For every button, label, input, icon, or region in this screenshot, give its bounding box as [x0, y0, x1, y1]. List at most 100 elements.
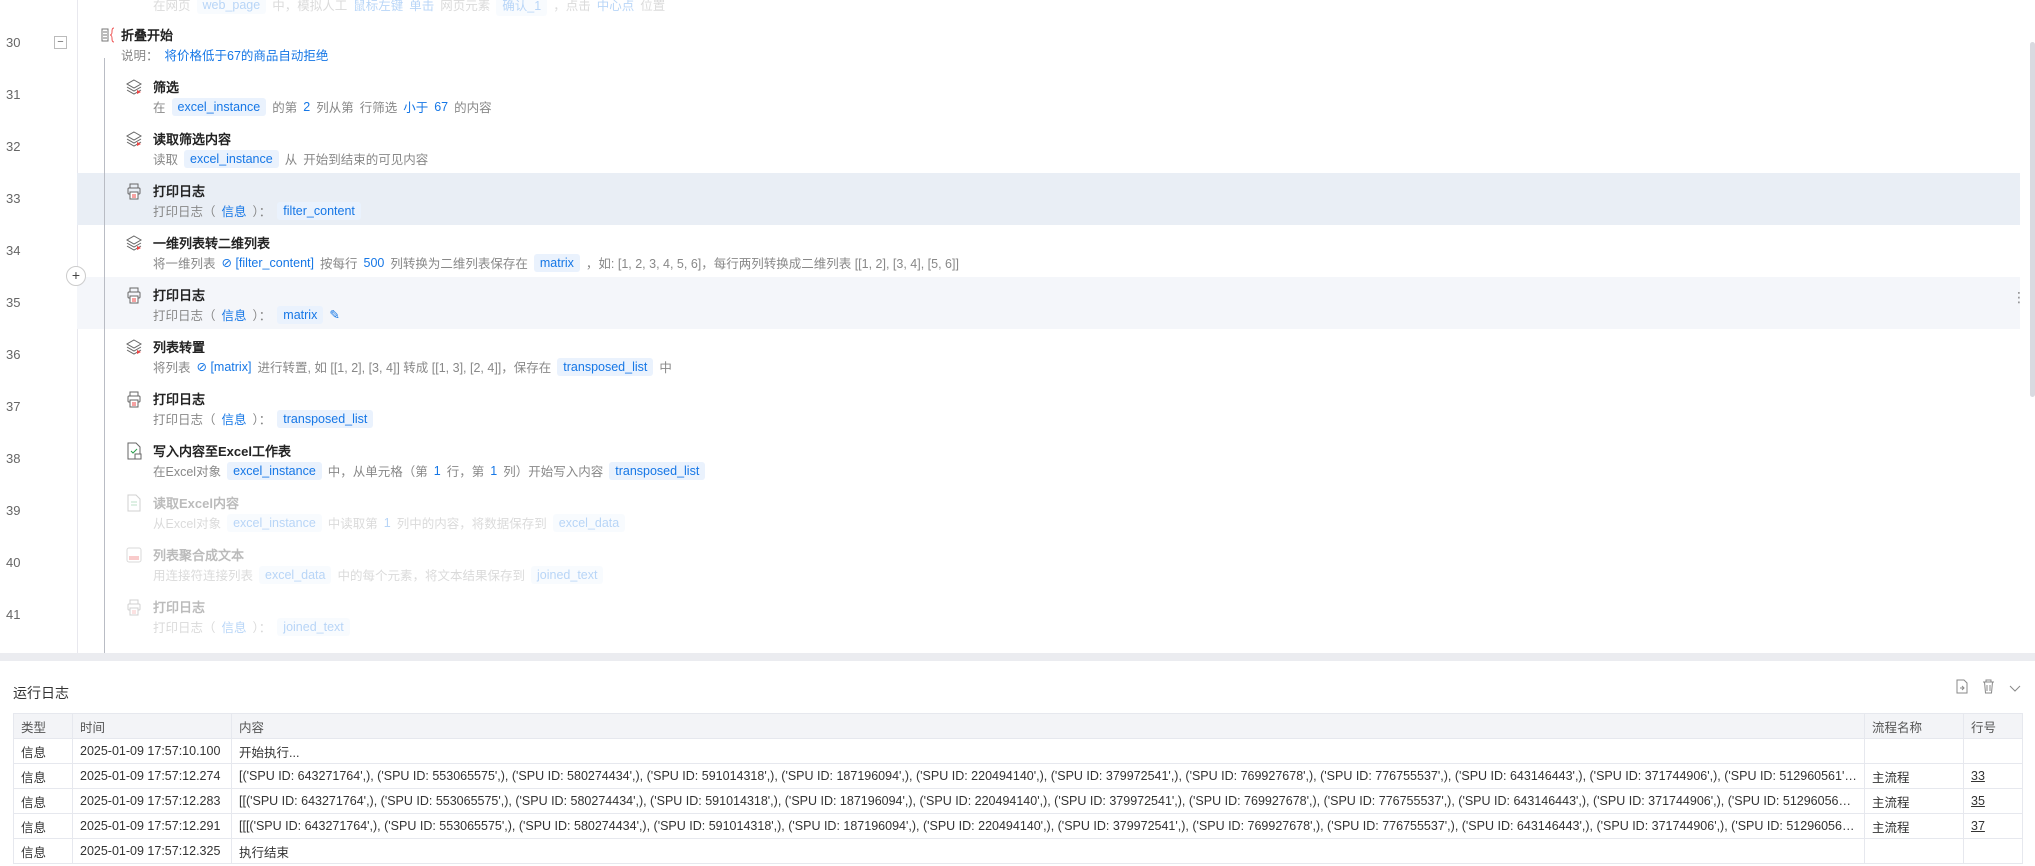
step-row[interactable]: 35 打印日志 打印日志（ 信息 ）： matrix ✎ [0, 277, 2020, 329]
log-flow-name-cell: 主流程 [1864, 788, 1964, 814]
log-type-cell: 信息 [13, 738, 73, 764]
variable-tag[interactable]: excel_data [552, 513, 626, 532]
line-number: 40 [6, 555, 21, 570]
step-description: 打印日志（ 信息 ）： matrix ✎ [153, 305, 346, 324]
step-row[interactable]: 37 打印日志 打印日志（ 信息 ）： transposed_list [0, 381, 2020, 433]
description-text: 在网页 [153, 0, 191, 13]
collapse-panel-icon[interactable] [2009, 680, 2021, 696]
step-row[interactable]: 40 列表聚合成文本 用连接符连接列表 excel_data 中的每个元素，将文本结果保… [0, 537, 2020, 589]
line-number: 35 [6, 295, 21, 310]
parameter-value[interactable]: 1 [490, 464, 497, 478]
clear-log-icon[interactable] [1982, 679, 1995, 697]
log-line-number-cell: 33 [1963, 763, 2023, 789]
variable-tag[interactable]: web_page [196, 0, 267, 14]
variable-tag[interactable]: 确认_1 [496, 0, 548, 16]
variable-tag[interactable]: joined_text [277, 617, 350, 636]
join-text-icon [125, 546, 143, 564]
parameter-value[interactable]: 小于 [403, 97, 428, 116]
step-title: 读取筛选内容 [153, 132, 232, 147]
log-time-cell: 2025-01-09 17:57:12.291 [72, 813, 232, 839]
step-title: 读取Excel内容 [153, 496, 239, 511]
step-row[interactable]: 31 筛选在 excel_instance 的第 2 列从第 行筛选 小于 67 的内容 [0, 69, 2020, 121]
variable-tag[interactable]: excel_instance [171, 97, 267, 116]
parameter-value[interactable]: 67 [434, 100, 448, 114]
description-text: 打印日志（ [153, 621, 216, 635]
variable-tag[interactable]: matrix [277, 305, 324, 324]
step-row[interactable]: 39 读取Excel内容 从Excel对象 excel_instance 中读取第 1 列中… [0, 485, 2020, 537]
parameter-value[interactable]: 1 [384, 516, 391, 530]
column-header-content[interactable]: 内容 [231, 713, 1865, 739]
description-text: 中，模拟人工 [272, 0, 348, 13]
log-type-cell: 信息 [13, 813, 73, 839]
variable-tag[interactable]: transposed_list [557, 357, 654, 376]
variable-tag[interactable]: transposed_list [277, 409, 374, 428]
line-number: 34 [6, 243, 21, 258]
fold-collapse-toggle[interactable]: − [54, 36, 67, 49]
export-log-icon[interactable] [1956, 679, 1968, 697]
variable-tag[interactable]: filter_content [277, 201, 361, 220]
parameter-value[interactable]: 鼠标左键 [353, 0, 403, 14]
step-row[interactable]: 33 打印日志 打印日志（ 信息 ）： filter_content [0, 173, 2020, 225]
row-background [77, 17, 2020, 69]
step-title: 列表转置 [153, 340, 206, 355]
line-number: 37 [6, 399, 21, 414]
description-text: 按每行 [319, 257, 358, 271]
parameter-value[interactable]: ⊘ [matrix] [197, 359, 252, 374]
line-number: 36 [6, 347, 21, 362]
step-row[interactable]: 34 一维列表转二维列表 将一维列表 ⊘ [filter_content] 按每行 500… [0, 225, 2020, 277]
step-description: 用连接符连接列表 excel_data 中的每个元素，将文本结果保存到 joined_… [153, 565, 609, 584]
parameter-value[interactable]: 2 [303, 100, 310, 114]
description-text: 行，第 [446, 465, 485, 479]
column-header-type[interactable]: 类型 [13, 713, 73, 739]
variable-tag[interactable]: joined_text [531, 565, 604, 584]
parameter-value[interactable]: 中心点 [597, 0, 635, 14]
editor-scrollbar[interactable] [2030, 42, 2035, 397]
step-row[interactable]: 36 列表转置 将列表 ⊘ [matrix] 进行转置, 如 [[1, 2], [3, … [0, 329, 2020, 381]
variable-tag[interactable]: excel_instance [227, 461, 322, 480]
step-description: 将一维列表 ⊘ [filter_content] 按每行 500 列转换为二维列表保存在… [153, 253, 965, 272]
description-text: 中读取第 [327, 517, 378, 531]
variable-tag[interactable]: excel_instance [184, 149, 279, 168]
log-content-cell: 开始执行... [231, 738, 1865, 764]
parameter-value[interactable]: 信息 [222, 305, 247, 324]
variable-tag[interactable]: excel_data [259, 565, 332, 584]
column-header-flow[interactable]: 流程名称 [1864, 713, 1964, 739]
description-text: 将一维列表 [153, 257, 216, 271]
parameter-value[interactable]: ✎ [329, 307, 339, 322]
parameter-value[interactable]: ⊘ [filter_content] [222, 255, 314, 270]
add-step-button[interactable]: + [66, 266, 86, 286]
log-row: 信息 2025-01-09 17:57:12.291 [[[('SPU ID: 64… [13, 813, 2023, 839]
log-line-number-cell [1963, 838, 2023, 864]
log-time-cell: 2025-01-09 17:57:10.100 [72, 738, 232, 764]
parameter-value[interactable]: 信息 [222, 409, 247, 428]
parameter-value[interactable]: 信息 [222, 201, 247, 220]
line-number-link[interactable]: 35 [1971, 794, 1985, 808]
column-header-time[interactable]: 时间 [72, 713, 232, 739]
printer-icon [125, 390, 143, 408]
more-menu-icon[interactable]: ⋮ [2012, 290, 2026, 304]
step-row[interactable]: 41 打印日志 打印日志（ 信息 ）： joined_text [0, 589, 2020, 641]
parameter-value[interactable]: 将价格低于67的商品自动拒绝 [165, 45, 329, 64]
parameter-value[interactable]: 1 [434, 464, 441, 478]
description-text: 从Excel对象 [153, 517, 222, 531]
description-text: 位置 [640, 0, 666, 13]
description-text: 将列表 [153, 361, 191, 375]
partial-step-row[interactable]: 在网页 web_page 中，模拟人工 鼠标左键 单击 网页元素 确认_1 ，点击 中心点 位置 [0, 0, 2020, 17]
line-number-link[interactable]: 33 [1971, 769, 1985, 783]
parameter-value[interactable]: 单击 [409, 0, 434, 14]
line-number: 33 [6, 191, 21, 206]
column-header-line[interactable]: 行号 [1963, 713, 2023, 739]
excel-read-icon [125, 494, 143, 512]
step-row[interactable]: 38 写入内容至Excel工作表 在Excel对象 excel_instance 中，从… [0, 433, 2020, 485]
step-row[interactable]: 32 读取筛选内容 读取 excel_instance 从开始到结束的可见内容 [0, 121, 2020, 173]
variable-tag[interactable]: matrix [533, 253, 580, 272]
step-row[interactable]: 30 折叠开始 说明： 将价格低于67的商品自动拒绝 [0, 17, 2020, 69]
line-number-link[interactable]: 37 [1971, 819, 1985, 833]
variable-tag[interactable]: transposed_list [609, 461, 706, 480]
variable-tag[interactable]: excel_instance [227, 513, 322, 532]
parameter-value[interactable]: 500 [364, 256, 385, 270]
parameter-value[interactable]: 信息 [222, 617, 247, 636]
description-text: 打印日志（ [153, 413, 216, 427]
description-text: ）： [252, 621, 272, 635]
run-log-table: 类型 时间 内容 流程名称 行号 信息 2025-01-09 17:57:10.1… [13, 713, 2023, 864]
